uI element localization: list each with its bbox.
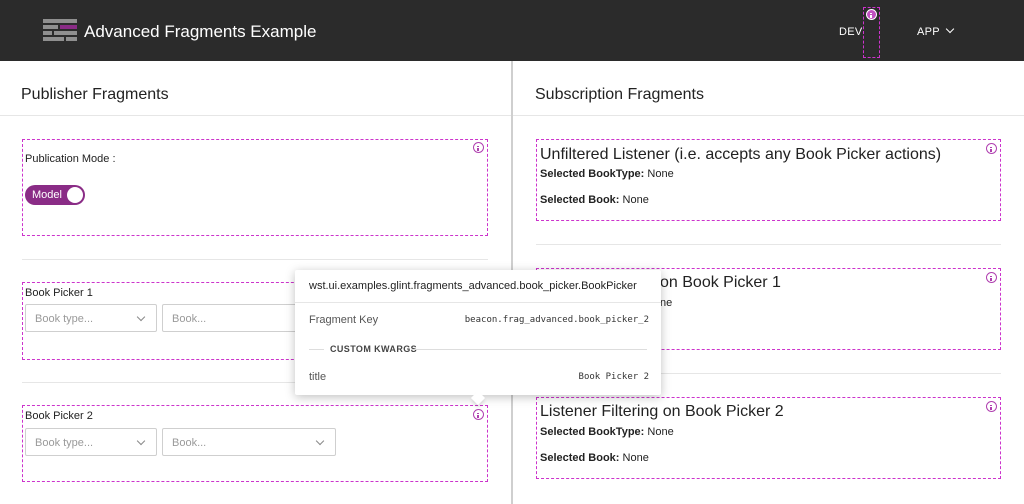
- toggle-label: Model: [32, 189, 62, 201]
- selected-book-value: None: [622, 452, 649, 464]
- chevron-down-icon: [136, 436, 146, 446]
- publication-mode-toggle[interactable]: Model: [25, 185, 85, 205]
- subscription-title: Subscription Fragments: [535, 86, 704, 103]
- selected-booktype: Selected BookType: None: [540, 168, 674, 180]
- info-icon[interactable]: [986, 272, 997, 283]
- subscription-divider-1: [536, 244, 1001, 245]
- book-picker-1-type-select[interactable]: Book type...: [25, 304, 157, 332]
- chevron-down-icon: [136, 312, 146, 322]
- selected-book-value: None: [622, 194, 649, 206]
- publication-mode-label: Publication Mode :: [25, 153, 116, 165]
- book-placeholder: Book...: [172, 437, 207, 449]
- publisher-header-divider: [0, 115, 511, 116]
- nav-dev[interactable]: DEV: [839, 26, 863, 38]
- chevron-down-icon: [945, 24, 955, 34]
- kwarg-key: title: [309, 371, 327, 383]
- publisher-title: Publisher Fragments: [21, 86, 169, 103]
- nav-app-menu[interactable]: APP: [917, 24, 955, 38]
- kwarg-value: Book Picker 2: [578, 372, 649, 382]
- selected-book: Selected Book: None: [540, 452, 649, 464]
- selected-book: Selected Book: None: [540, 194, 649, 206]
- listener-title: on Book Picker 1: [660, 274, 781, 291]
- selected-book-label: Selected Book:: [540, 194, 620, 206]
- book-picker-1-title: Book Picker 1: [25, 287, 93, 299]
- selected-booktype-value: None: [647, 426, 674, 438]
- app-header: Advanced Fragments Example DEV APP: [0, 0, 1024, 61]
- nav-app-label: APP: [917, 26, 940, 38]
- app-title: Advanced Fragments Example: [84, 22, 317, 41]
- info-icon[interactable]: [473, 409, 484, 420]
- listener-title: Listener Filtering on Book Picker 2: [540, 403, 784, 420]
- selected-book-label: Selected Book:: [540, 452, 620, 464]
- kwargs-rule-right: [411, 349, 647, 350]
- tooltip-divider: [295, 302, 661, 303]
- listener-title: Unfiltered Listener (i.e. accepts any Bo…: [540, 146, 942, 163]
- selected-booktype-value: None: [647, 168, 674, 180]
- chevron-down-icon: [315, 436, 325, 446]
- info-icon[interactable]: [473, 142, 484, 153]
- fragment-key-label: Fragment Key: [309, 314, 379, 326]
- info-icon[interactable]: [986, 401, 997, 412]
- book-placeholder: Book...: [172, 313, 207, 325]
- book-picker-2-type-select[interactable]: Book type...: [25, 428, 157, 456]
- publisher-divider-1: [22, 259, 488, 260]
- fragment-key-value: beacon.frag_advanced.book_picker_2: [464, 315, 649, 325]
- toggle-knob: [67, 187, 83, 203]
- book-picker-2-title: Book Picker 2: [25, 410, 93, 422]
- book-type-placeholder: Book type...: [35, 313, 94, 325]
- selected-booktype-label: Selected BookType:: [540, 168, 645, 180]
- fragment-outline-header: [863, 7, 880, 58]
- custom-kwargs-heading: CUSTOM KWARGS: [330, 344, 418, 354]
- selected-booktype-value: ne: [660, 297, 673, 309]
- kwargs-rule-left: [309, 349, 324, 350]
- app-logo-icon[interactable]: [43, 19, 77, 45]
- fragment-info-tooltip: wst.ui.examples.glint.fragments_advanced…: [295, 270, 661, 406]
- book-type-placeholder: Book type...: [35, 437, 94, 449]
- book-picker-2-book-select[interactable]: Book...: [162, 428, 336, 456]
- tooltip-class-path: wst.ui.examples.glint.fragments_advanced…: [309, 280, 637, 292]
- info-icon[interactable]: [866, 9, 877, 20]
- selected-booktype: Selected BookType: None: [540, 426, 674, 438]
- selected-booktype-label: Selected BookType:: [540, 426, 645, 438]
- info-icon[interactable]: [986, 143, 997, 154]
- subscription-header-divider: [513, 115, 1024, 116]
- tooltip-arrow: [470, 390, 486, 406]
